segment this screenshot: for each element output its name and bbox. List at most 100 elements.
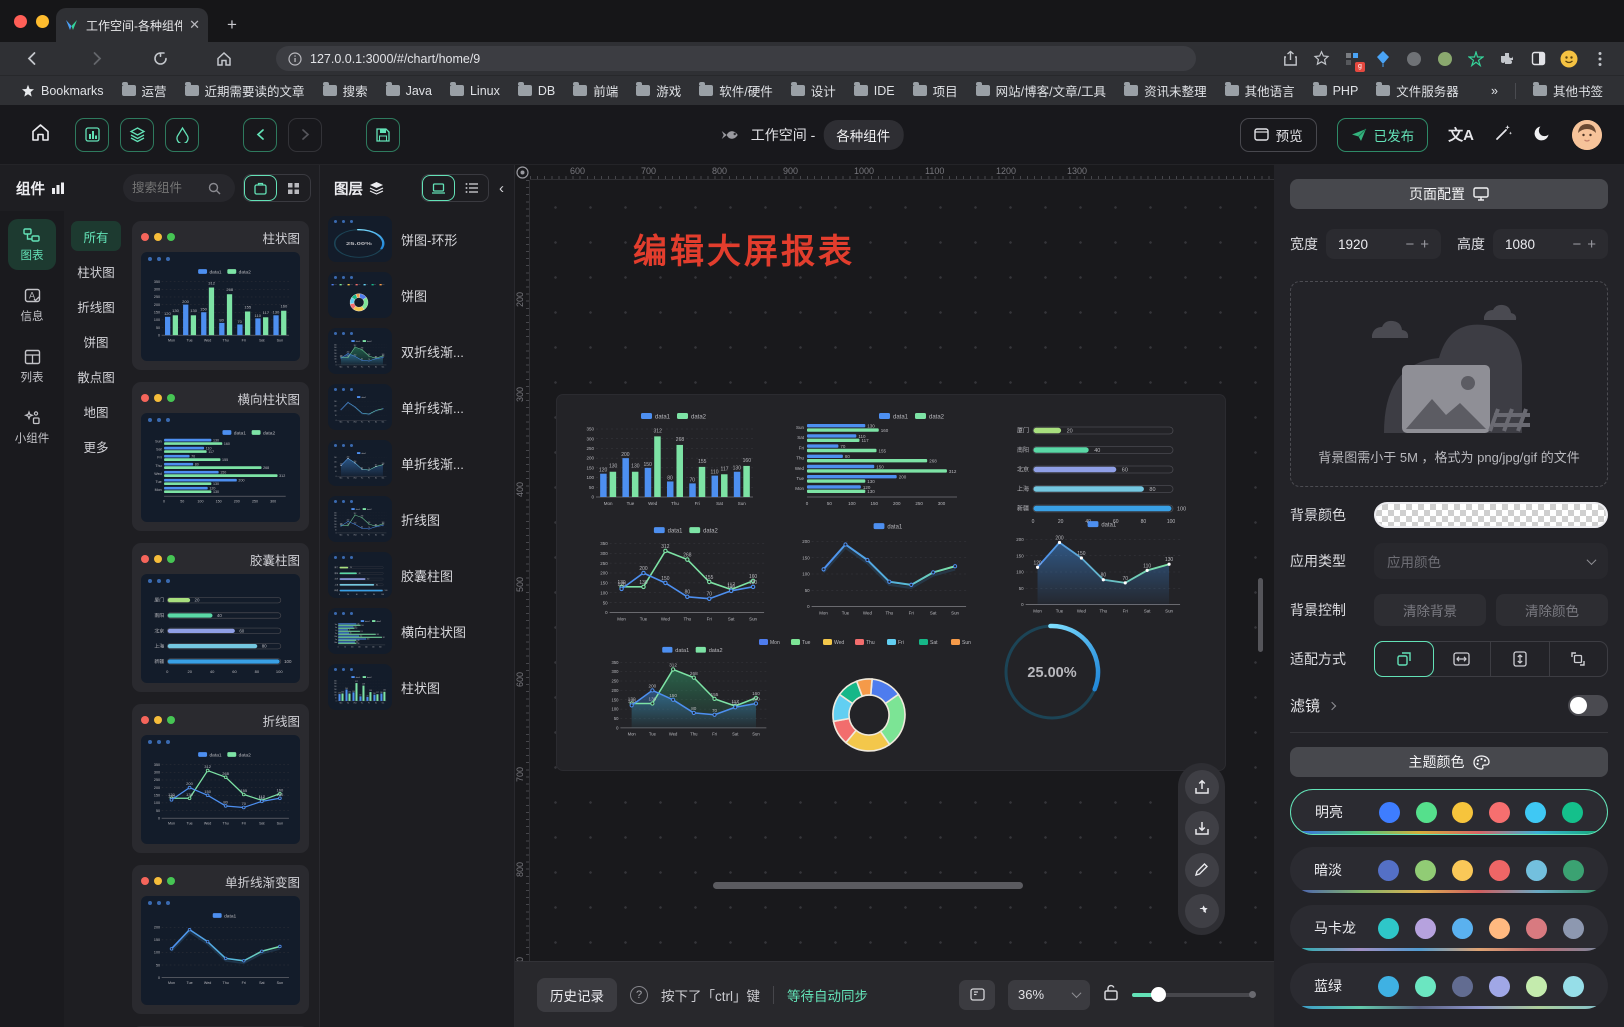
canvas-chart-area1[interactable]: data1050100150200MonTueWedThuFriSatSun12… [1003, 517, 1185, 631]
user-avatar[interactable] [1572, 120, 1602, 150]
bookmark-folder[interactable]: 运营 [115, 78, 174, 103]
layer-item[interactable]: 厦门20南阳40北京60上海80新疆100020406080100胶囊柱图 [320, 547, 514, 603]
height-input[interactable]: 1080 − + [1493, 229, 1608, 259]
bookmarks-label[interactable]: Bookmarks [14, 81, 111, 101]
minimize-window-button[interactable] [36, 15, 49, 28]
dark-mode-moon-icon[interactable] [1533, 123, 1552, 147]
dashboard-artboard[interactable]: data1data2050100150200250300350MonTueWed… [557, 395, 1225, 770]
layer-item[interactable]: data1data2050100150200250300350MonTueWed… [320, 491, 514, 547]
save-button[interactable] [366, 118, 400, 152]
magic-wand-icon[interactable] [1494, 123, 1513, 147]
edit-icon[interactable] [1185, 853, 1219, 887]
layer-item[interactable]: data1050100150200MonTueWedThuFriSatSun单折… [320, 379, 514, 435]
zoom-slider[interactable] [1132, 987, 1252, 1003]
back-icon[interactable] [20, 47, 44, 71]
search-input[interactable] [123, 174, 235, 202]
preview-button[interactable]: 预览 [1240, 118, 1317, 152]
category-item[interactable]: 散点图 [71, 361, 121, 391]
category-item[interactable]: 饼图 [71, 326, 121, 356]
sidebar-nav-widgets[interactable]: 小组件 [8, 402, 56, 453]
other-bookmarks[interactable]: 其他书签 [1526, 78, 1610, 103]
canvas-chart-ring[interactable]: 25.00% [997, 617, 1107, 727]
filter-label[interactable]: 滤镜 [1290, 695, 1335, 716]
star-extension-icon[interactable] [1466, 49, 1486, 69]
layer-item[interactable]: data1data2050100150200250300350MonTueWed… [320, 659, 514, 715]
layer-item[interactable]: data1data2050100150200250300Sun130160Sat… [320, 603, 514, 659]
bookmark-folder[interactable]: Linux [443, 81, 507, 101]
layer-item[interactable]: MonTueWedThuFriSatSun饼图 [320, 267, 514, 323]
component-card[interactable]: 横向柱状图data1data2050100150200250300Sun1301… [132, 382, 309, 531]
export-icon[interactable] [1185, 770, 1219, 804]
category-item[interactable]: 更多 [71, 431, 121, 461]
sidebar-nav-charts[interactable]: 图表 [8, 219, 56, 270]
component-card[interactable]: 折线图data1data2050100150200250300350MonTue… [132, 704, 309, 853]
bookmark-folder[interactable]: 网站/博客/文章/工具 [969, 78, 1113, 103]
height-increment-button[interactable]: + [1584, 236, 1599, 253]
clear-background-button[interactable]: 清除背景 [1374, 594, 1486, 626]
component-card[interactable]: 单折线渐变图data1050100150200MonTueWedThuFriSa… [132, 865, 309, 1014]
close-window-button[interactable] [14, 15, 27, 28]
undo-button[interactable] [243, 118, 277, 152]
canvas-chart-hbar[interactable]: data1data2050100150200250300Sun130160Sat… [781, 409, 966, 521]
bookmark-folder[interactable]: DB [511, 81, 562, 101]
history-button[interactable]: 历史记录 [537, 978, 617, 1012]
bookmark-folder[interactable]: 设计 [784, 78, 843, 103]
canvas-grid[interactable]: 编辑大屏报表 data1data2050100150200250300350Mo… [530, 180, 1274, 961]
layer-list-view-toggle[interactable] [455, 175, 488, 201]
bookmark-folder[interactable]: Java [379, 81, 439, 101]
sidebar-nav-info[interactable]: A信息 [8, 280, 56, 331]
theme-color-header[interactable]: 主题颜色 [1290, 747, 1608, 777]
canvas-chart-area2[interactable]: data1data2050100150200250300350MonTueWed… [599, 643, 771, 751]
width-input[interactable]: 1920 − + [1326, 229, 1441, 259]
help-icon[interactable]: ? [630, 986, 648, 1004]
layer-item[interactable]: data1050100150200MonTueWedThuFriSatSun12… [320, 435, 514, 491]
import-icon[interactable] [1185, 811, 1219, 845]
background-upload-dropzone[interactable]: 背景图需小于 5M ，格式为 png/jpg/gif 的文件 [1290, 281, 1608, 487]
layers-panel-toggle-button[interactable] [120, 118, 154, 152]
app-home-icon[interactable] [30, 122, 51, 148]
page-config-header[interactable]: 页面配置 [1290, 179, 1608, 209]
bookmark-folder[interactable]: 前端 [566, 78, 625, 103]
fit-width-option[interactable] [1433, 642, 1492, 676]
width-increment-button[interactable]: + [1417, 236, 1432, 253]
theme-option-暗淡[interactable]: 暗淡 [1290, 847, 1608, 893]
canvas-chart-line2[interactable]: data1data2050100150200250300350MonTueWed… [587, 523, 769, 637]
profile-avatar-icon[interactable] [1559, 49, 1579, 69]
collapse-panel-icon[interactable]: ‹ [497, 180, 506, 197]
gray-extension-icon[interactable] [1404, 49, 1424, 69]
theme-option-明亮[interactable]: 明亮 [1290, 789, 1608, 835]
bookmark-folder[interactable]: IDE [847, 81, 902, 101]
width-decrement-button[interactable]: − [1402, 236, 1417, 253]
publish-button[interactable]: 已发布 [1337, 118, 1429, 152]
project-name[interactable]: 各种组件 [823, 120, 903, 150]
fit-stretch-option[interactable] [1550, 642, 1608, 676]
canvas-text-element[interactable]: 编辑大屏报表 [633, 224, 855, 273]
ruler-eye-icon[interactable] [516, 166, 529, 179]
address-bar[interactable]: 127.0.0.1:3000/#/chart/home/9 [276, 46, 1196, 71]
bookmark-folder[interactable]: 资讯未整理 [1117, 78, 1214, 103]
background-color-swatch[interactable] [1374, 502, 1608, 528]
reload-icon[interactable] [148, 47, 172, 71]
theme-option-蓝绿[interactable]: 蓝绿 [1290, 963, 1608, 1009]
category-item[interactable]: 所有 [71, 221, 121, 251]
fit-height-option[interactable] [1491, 642, 1550, 676]
bookmark-folder[interactable]: 游戏 [629, 78, 688, 103]
theme-option-马卡龙[interactable]: 马卡龙 [1290, 905, 1608, 951]
component-card[interactable]: 胶囊柱图厦门20南阳40北京60上海80新疆100020406080100 [132, 543, 309, 692]
extensions-puzzle-icon[interactable] [1497, 49, 1517, 69]
grid-view-toggle[interactable] [277, 175, 310, 201]
extension-badge-icon[interactable]: g [1342, 49, 1362, 69]
chrome-menu-icon[interactable] [1590, 49, 1610, 69]
tab-close-icon[interactable]: ✕ [189, 17, 200, 33]
category-item[interactable]: 折线图 [71, 291, 121, 321]
sidebar-nav-list[interactable]: 列表 [8, 341, 56, 392]
canvas-chart-donut[interactable]: MonTueWedThuFriSatSun [753, 635, 985, 771]
layer-thumbnail-view-toggle[interactable] [422, 175, 455, 201]
bookmarks-overflow[interactable]: » [1484, 81, 1505, 101]
settings-gear-icon[interactable] [1185, 894, 1219, 928]
canvas-chart-bar[interactable]: data1data2050100150200250300350MonTueWed… [573, 409, 758, 521]
chart-panel-toggle-button[interactable] [75, 118, 109, 152]
site-info-icon[interactable] [288, 52, 302, 66]
fit-scale-option[interactable] [1374, 641, 1434, 677]
canvas-chart-capsule[interactable]: 厦门20南阳40北京60上海80新疆100020406080100 [1003, 415, 1188, 527]
